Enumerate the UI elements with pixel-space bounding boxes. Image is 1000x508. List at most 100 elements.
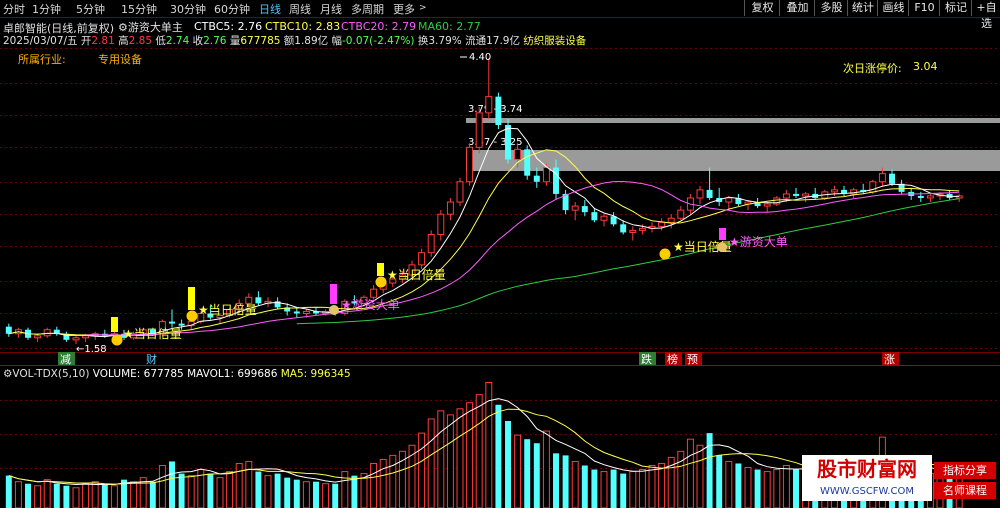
candle-body — [917, 195, 924, 198]
volume-bar — [686, 438, 694, 508]
candle-body — [542, 167, 550, 183]
candle-body — [72, 337, 80, 341]
volume-bar — [5, 475, 12, 508]
volume-bar — [553, 453, 559, 508]
candle-body — [638, 227, 646, 231]
candle-body — [5, 326, 12, 334]
volume-bar — [466, 402, 474, 508]
volume-bar — [82, 483, 90, 508]
volume-bar — [562, 455, 569, 508]
candle-body — [82, 335, 90, 339]
volume-bar — [379, 458, 387, 508]
event-tag-label[interactable]: 财 — [146, 352, 157, 366]
volume-bar — [274, 473, 281, 508]
candle-body — [696, 189, 704, 199]
volume-bar — [773, 469, 781, 508]
candle-body — [658, 221, 666, 227]
volume-bar — [725, 460, 733, 508]
volume-bar — [34, 485, 42, 508]
volume-bar — [446, 414, 454, 508]
volume-bar — [542, 430, 550, 508]
volume-bar — [360, 473, 368, 508]
candle-body — [802, 193, 810, 197]
volume-bar — [149, 481, 156, 508]
volume-bar — [53, 483, 60, 508]
signal-label: ★当日倍量 — [198, 302, 257, 317]
candle-body — [169, 321, 175, 324]
volume-bar — [706, 433, 713, 508]
volume-bar — [389, 454, 397, 508]
candle-body — [437, 213, 445, 235]
volume-bar — [648, 464, 656, 508]
candle-body — [620, 224, 627, 233]
volume-bar — [332, 483, 339, 508]
candle-body — [293, 311, 300, 314]
candle-body — [889, 173, 895, 184]
money-bag-icon — [329, 305, 339, 315]
signal-label: ★当日倍量 — [123, 326, 182, 341]
candle-body — [706, 189, 713, 198]
volume-bar — [293, 479, 300, 508]
event-tag-label: 预 — [687, 353, 698, 366]
candle-body — [629, 229, 637, 233]
volume-bar — [235, 462, 243, 508]
candle-body — [667, 217, 675, 223]
volume-bar — [187, 475, 195, 508]
volume-bar — [216, 477, 224, 508]
volume-bar — [475, 394, 483, 508]
candle-body — [505, 125, 511, 160]
volume-bar — [610, 469, 617, 508]
smile-icon — [111, 334, 123, 346]
volume-bar — [178, 473, 185, 508]
volume-bar — [14, 481, 22, 508]
kline-chart[interactable]: 3.79 - 3.74 3.47 - 3.25 4.40 ←1.58 ★当日倍量… — [0, 0, 1000, 508]
volume-bar — [302, 481, 310, 508]
volume-bar — [620, 473, 627, 508]
volume-bar — [43, 479, 51, 508]
volume-bar — [322, 483, 330, 508]
signal-bar — [330, 284, 337, 304]
candle-body — [514, 148, 522, 160]
candle-body — [178, 323, 185, 326]
volume-bar — [25, 483, 31, 508]
volume-indicator-name[interactable]: VOL-TDX(5,10) — [12, 368, 89, 380]
candle-body — [571, 205, 579, 211]
candle-body — [475, 112, 483, 148]
candle-body — [830, 189, 838, 193]
volume-bar — [110, 485, 118, 508]
volume-bar — [72, 487, 80, 508]
candle-body — [446, 201, 454, 215]
signal-label: ★游资大单 — [729, 235, 788, 249]
event-tag-label: 涨 — [884, 353, 895, 366]
volume-bar — [495, 404, 502, 508]
signal-bar — [111, 317, 118, 332]
volume-bar — [341, 471, 349, 508]
volume-bar — [754, 469, 761, 508]
signal-label: ★当日倍量 — [387, 267, 446, 282]
volume-bar — [591, 469, 598, 508]
smile-icon — [375, 276, 387, 288]
money-bag-icon — [717, 242, 727, 252]
candle-body — [524, 149, 531, 176]
candle-body — [43, 329, 51, 337]
volume-bar — [629, 471, 637, 508]
volume-bar — [284, 477, 291, 508]
candle-body — [591, 212, 598, 221]
event-tag-label: 榜 — [667, 352, 678, 366]
volume-bar — [255, 471, 262, 508]
volume-bar — [716, 455, 723, 508]
volume-bar — [370, 462, 378, 508]
candle-body — [725, 197, 733, 203]
volume-bar — [505, 420, 511, 508]
mavol1-label: MAVOL1: 699686 — [187, 368, 278, 380]
volume-bar — [581, 465, 588, 508]
volume-bar — [427, 418, 435, 508]
volume-bar — [226, 471, 234, 508]
volume-bar — [763, 471, 771, 508]
volume-bar — [169, 461, 175, 508]
gear-icon[interactable]: ⚙ — [3, 368, 12, 380]
candle-body — [533, 175, 540, 182]
volume-bar — [456, 408, 464, 508]
volume-bar — [207, 473, 214, 508]
volume-bar — [533, 443, 540, 508]
